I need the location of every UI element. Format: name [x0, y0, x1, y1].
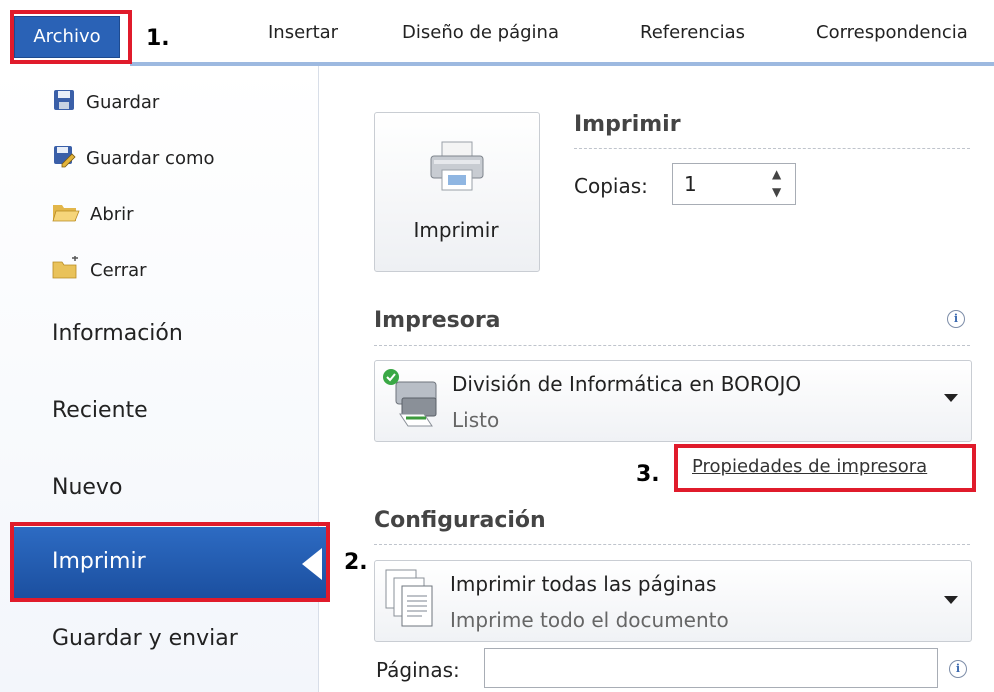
nav-item-guardar[interactable]: Guardar: [52, 88, 159, 117]
nav-item-abrir[interactable]: Abrir: [52, 200, 134, 229]
tab-correspondencia[interactable]: Correspondencia: [816, 22, 968, 43]
nav-item-guardar-enviar[interactable]: Guardar y enviar: [52, 626, 238, 651]
nav-item-informacion[interactable]: Información: [52, 321, 183, 346]
info-icon[interactable]: i: [949, 660, 967, 678]
print-range-sub: Imprime todo el documento: [450, 608, 729, 632]
spin-up-icon[interactable]: ▲: [772, 167, 781, 181]
printer-name: División de Informática en BOROJO: [452, 372, 802, 396]
print-button-label: Imprimir: [413, 218, 499, 242]
section-divider: [374, 544, 970, 545]
step-label-3: 3.: [636, 462, 660, 487]
highlight-box-properties: [674, 444, 976, 492]
printer-icon: [428, 140, 486, 196]
pages-input[interactable]: [484, 648, 938, 688]
section-divider: [374, 345, 970, 346]
nav-item-reciente[interactable]: Reciente: [52, 398, 148, 423]
nav-item-guardar-como[interactable]: Guardar como: [52, 144, 215, 173]
printer-ready-icon: [382, 368, 446, 436]
pages-icon: [384, 568, 436, 634]
nav-item-label: Guardar: [86, 92, 160, 113]
settings-section-title: Configuración: [374, 508, 546, 533]
tab-diseno-pagina[interactable]: Diseño de página: [402, 22, 559, 43]
close-folder-icon: [52, 256, 80, 285]
open-folder-icon: [52, 200, 80, 229]
nav-item-cerrar[interactable]: Cerrar: [52, 256, 147, 285]
tab-referencias[interactable]: Referencias: [640, 22, 745, 43]
nav-item-label: Guardar como: [86, 148, 215, 169]
printer-section-title: Impresora: [374, 308, 501, 333]
nav-item-nuevo[interactable]: Nuevo: [52, 475, 122, 500]
save-icon: [52, 88, 76, 117]
info-icon[interactable]: i: [947, 310, 965, 328]
pages-label: Páginas:: [376, 658, 460, 682]
print-range-main: Imprimir todas las páginas: [450, 572, 717, 596]
step-label-2: 2.: [344, 550, 368, 575]
printer-status: Listo: [452, 408, 500, 432]
chevron-down-icon[interactable]: [944, 596, 958, 604]
tab-insertar[interactable]: Insertar: [268, 22, 338, 43]
nav-item-label: Abrir: [90, 204, 134, 225]
save-as-icon: [52, 144, 76, 173]
copies-label: Copias:: [574, 174, 648, 198]
section-divider: [574, 148, 970, 149]
step-label-1: 1.: [146, 26, 170, 51]
chevron-down-icon[interactable]: [944, 394, 958, 402]
nav-item-label: Cerrar: [90, 260, 147, 281]
highlight-box-imprimir: [10, 522, 330, 602]
print-section-title: Imprimir: [574, 112, 681, 137]
spin-down-icon[interactable]: ▼: [772, 185, 781, 199]
highlight-box-archivo: [10, 10, 132, 64]
copies-value: 1: [684, 172, 697, 196]
